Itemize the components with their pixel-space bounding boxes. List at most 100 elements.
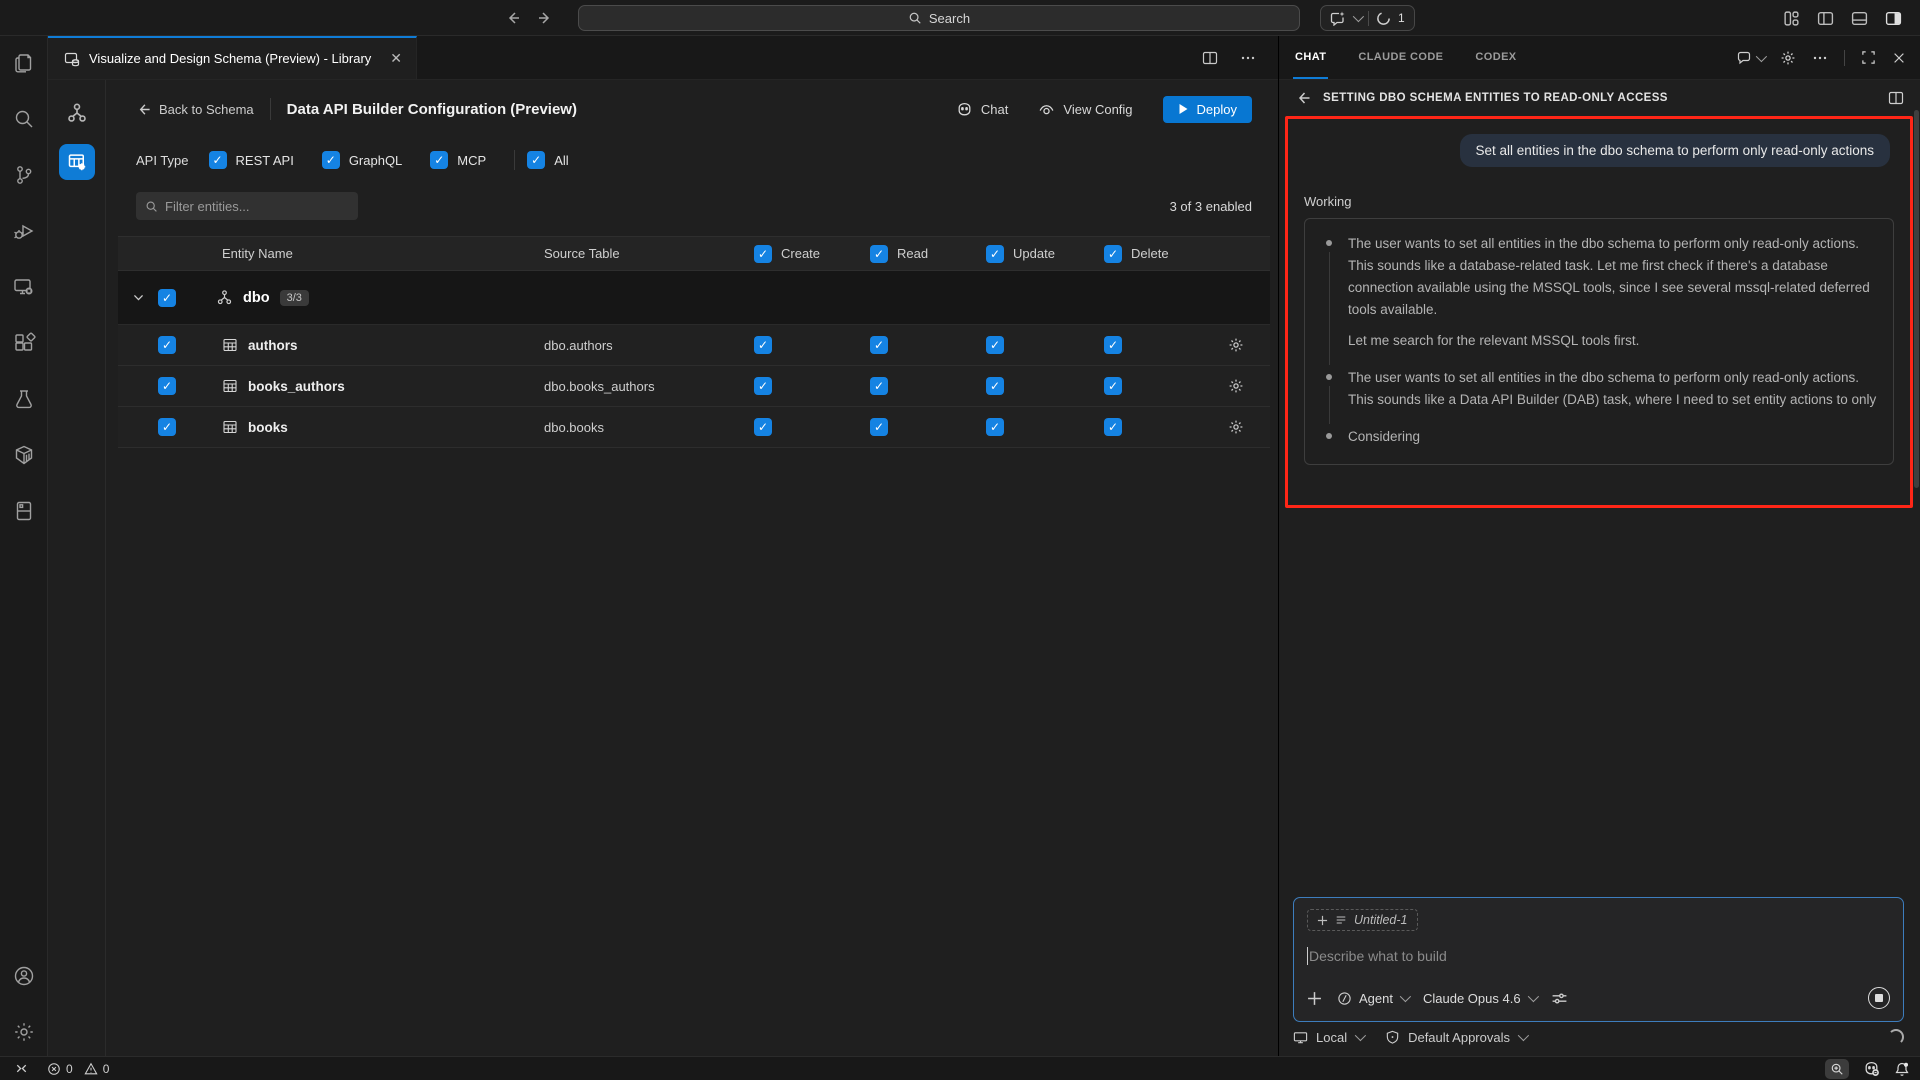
back-to-schema-button[interactable]: Back to Schema [136, 102, 254, 117]
books-authors-create-checkbox[interactable] [754, 377, 772, 395]
zoom-status-button[interactable] [1825, 1059, 1849, 1079]
schema-group-row[interactable]: dbo 3/3 [118, 271, 1270, 325]
all-checkbox[interactable] [527, 151, 545, 169]
copilot-status-icon[interactable] [1863, 1060, 1880, 1077]
explorer-icon[interactable] [12, 51, 36, 75]
testing-icon[interactable] [12, 387, 36, 411]
api-option-graphql[interactable]: GraphQL [322, 151, 402, 169]
chat-footer: Local Default Approvals [1293, 1029, 1904, 1045]
chat-settings-gear-icon[interactable] [1780, 50, 1796, 66]
books-settings-icon[interactable] [1202, 419, 1270, 435]
chat-more-actions-icon[interactable] [1812, 50, 1828, 66]
entity-row-books-authors[interactable]: books_authors dbo.books_authors [118, 366, 1270, 407]
chevron-down-icon [1355, 1030, 1366, 1041]
chat-input-placeholder[interactable]: Describe what to build [1309, 948, 1447, 964]
chat-scrollbar[interactable] [1914, 110, 1919, 488]
settings-gear-icon[interactable] [12, 1020, 36, 1044]
problems-indicator[interactable]: 0 0 [47, 1062, 109, 1076]
mcp-checkbox[interactable] [430, 151, 448, 169]
authors-read-checkbox[interactable] [870, 336, 888, 354]
chat-button[interactable]: Chat [956, 101, 1008, 118]
books-authors-checkbox[interactable] [158, 377, 176, 395]
api-option-rest[interactable]: REST API [209, 151, 294, 169]
context-chip[interactable]: Untitled-1 [1307, 909, 1418, 931]
tools-settings-icon[interactable] [1551, 990, 1568, 1007]
tab-chat[interactable]: CHAT [1293, 36, 1328, 79]
attach-context-icon[interactable] [1307, 991, 1322, 1006]
remote-explorer-icon[interactable] [12, 275, 36, 299]
create-all-checkbox[interactable] [754, 245, 772, 263]
model-label: Claude Opus 4.6 [1423, 991, 1521, 1006]
search-sidebar-icon[interactable] [12, 107, 36, 131]
books-checkbox[interactable] [158, 418, 176, 436]
authors-update-checkbox[interactable] [986, 336, 1004, 354]
books-create-checkbox[interactable] [754, 418, 772, 436]
collapse-chevron-icon[interactable] [118, 291, 158, 304]
books-authors-update-checkbox[interactable] [986, 377, 1004, 395]
graphql-checkbox[interactable] [322, 151, 340, 169]
tab-codex[interactable]: CODEX [1473, 36, 1518, 79]
authors-checkbox[interactable] [158, 336, 176, 354]
stop-button[interactable] [1868, 987, 1890, 1009]
new-chat-icon[interactable] [1736, 50, 1764, 66]
extensions-icon[interactable] [12, 331, 36, 355]
authors-delete-checkbox[interactable] [1104, 336, 1122, 354]
api-option-mcp[interactable]: MCP [430, 151, 486, 169]
schema-designer-icon[interactable] [66, 102, 88, 124]
books-delete-checkbox[interactable] [1104, 418, 1122, 436]
notifications-bell-icon[interactable] [1894, 1061, 1910, 1077]
editor-more-actions-icon[interactable] [1240, 50, 1256, 66]
books-authors-delete-checkbox[interactable] [1104, 377, 1122, 395]
chat-back-icon[interactable] [1295, 90, 1311, 106]
delete-all-checkbox[interactable] [1104, 245, 1122, 263]
view-config-button[interactable]: View Config [1038, 101, 1132, 118]
accounts-icon[interactable] [12, 964, 36, 988]
copilot-menu[interactable]: 1 [1320, 5, 1415, 31]
toggle-sidebar-left-icon[interactable] [1817, 10, 1834, 27]
nav-back-icon[interactable] [505, 10, 521, 26]
authors-create-checkbox[interactable] [754, 336, 772, 354]
read-all-checkbox[interactable] [870, 245, 888, 263]
containers-icon[interactable] [12, 443, 36, 467]
approvals-picker[interactable]: Default Approvals [1385, 1030, 1526, 1045]
toggle-sidebar-right-icon[interactable] [1885, 10, 1902, 27]
split-editor-icon[interactable] [1202, 50, 1218, 66]
entity-row-authors[interactable]: authors dbo.authors [118, 325, 1270, 366]
all-label: All [554, 153, 568, 168]
deploy-button[interactable]: Deploy [1163, 96, 1252, 123]
authors-settings-icon[interactable] [1202, 337, 1270, 353]
filter-entities-input[interactable] [165, 199, 335, 214]
mode-picker[interactable]: Agent [1337, 991, 1408, 1006]
toggle-panel-bottom-icon[interactable] [1851, 10, 1868, 27]
entity-row-books[interactable]: books dbo.books [118, 407, 1270, 448]
close-panel-icon[interactable] [1892, 51, 1906, 65]
graphql-label: GraphQL [349, 153, 402, 168]
tab-claude-code[interactable]: CLAUDE CODE [1356, 36, 1445, 79]
chat-input-box[interactable]: Untitled-1 Describe what to build Agent … [1293, 897, 1904, 1022]
rest-api-checkbox[interactable] [209, 151, 227, 169]
remote-indicator-icon[interactable] [14, 1061, 29, 1076]
maximize-panel-icon[interactable] [1861, 50, 1876, 65]
open-chat-in-editor-icon[interactable] [1888, 90, 1904, 106]
database-projects-icon[interactable] [12, 499, 36, 523]
books-update-checkbox[interactable] [986, 418, 1004, 436]
model-picker[interactable]: Claude Opus 4.6 [1423, 991, 1536, 1006]
customize-layout-icon[interactable] [1783, 10, 1800, 27]
environment-picker[interactable]: Local [1293, 1030, 1363, 1045]
source-control-icon[interactable] [12, 163, 36, 187]
run-debug-icon[interactable] [12, 219, 36, 243]
dab-config-button[interactable] [59, 144, 95, 180]
command-center-search[interactable]: Search [578, 5, 1300, 31]
approvals-label: Default Approvals [1408, 1030, 1510, 1045]
filter-entities-box[interactable] [136, 192, 358, 220]
books-authors-read-checkbox[interactable] [870, 377, 888, 395]
api-option-all[interactable]: All [527, 151, 568, 169]
tab-close-icon[interactable]: ✕ [390, 50, 402, 67]
dbo-group-checkbox[interactable] [158, 289, 176, 307]
books-read-checkbox[interactable] [870, 418, 888, 436]
nav-forward-icon[interactable] [537, 10, 553, 26]
tab-visualize-design-schema[interactable]: Visualize and Design Schema (Preview) - … [48, 36, 417, 79]
update-all-checkbox[interactable] [986, 245, 1004, 263]
working-status-label: Working [1304, 194, 1894, 209]
books-authors-settings-icon[interactable] [1202, 378, 1270, 394]
